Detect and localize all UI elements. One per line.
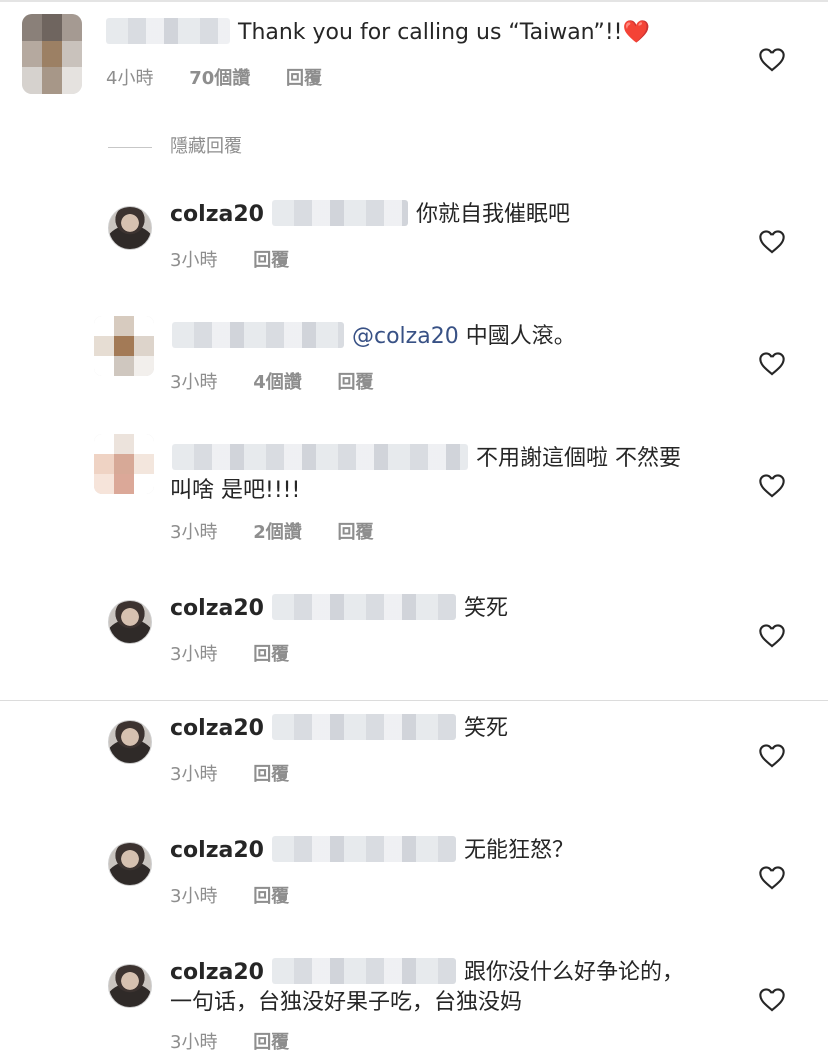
top-divider <box>0 0 828 2</box>
hide-replies-toggle[interactable]: 隱藏回覆 <box>108 132 242 158</box>
timestamp: 4小時 <box>106 68 154 89</box>
comment-meta: 3小時 4個讚 回覆 <box>170 368 403 394</box>
comment-text: 不用謝這個啦 不然要 <box>476 446 681 471</box>
comment-meta: 3小時 回覆 <box>170 640 319 666</box>
username[interactable]: colza20 <box>170 838 264 863</box>
comment-meta: 3小時 回覆 <box>170 882 319 908</box>
heart-outline-icon[interactable] <box>758 742 786 768</box>
comment-text-line: colza20 跟你没什么好争论的， <box>170 958 684 988</box>
comment-meta: 3小時 回覆 <box>170 760 319 786</box>
reply-button[interactable]: 回覆 <box>253 886 289 907</box>
likes-count[interactable]: 4個讚 <box>253 372 302 393</box>
comment-text: 叫啥 是吧!!!! <box>170 478 301 503</box>
comment-meta: 4小時 70個讚 回覆 <box>106 64 352 90</box>
timestamp: 3小時 <box>170 522 218 543</box>
comment-text-line-2: 一句话，台独没好果子吃，台独没妈 <box>170 988 522 1018</box>
comment-text: 中國人滾。 <box>465 324 576 349</box>
mention-link[interactable]: @colza20 <box>352 324 459 349</box>
comment-meta: 3小時 回覆 <box>170 1028 319 1054</box>
comment-text: 一句话，台独没好果子吃，台独没妈 <box>170 990 523 1015</box>
heart-outline-icon[interactable] <box>758 472 786 498</box>
username[interactable]: colza20 <box>170 960 264 985</box>
blurred-username[interactable] <box>172 444 468 470</box>
avatar[interactable] <box>108 842 152 886</box>
likes-count[interactable]: 2個讚 <box>253 522 302 543</box>
reply-button[interactable]: 回覆 <box>253 764 289 785</box>
comment-text-line: @colza20 中國人滾。 <box>170 322 576 352</box>
heart-outline-icon[interactable] <box>758 46 786 72</box>
username[interactable]: colza20 <box>170 596 264 621</box>
divider-line <box>108 146 152 148</box>
comment-text-line: colza20 笑死 <box>170 714 508 744</box>
avatar[interactable] <box>108 206 152 250</box>
comment-text: 跟你没什么好争论的， <box>463 960 684 985</box>
comment-text-line: colza20 你就自我催眠吧 <box>170 200 570 230</box>
avatar[interactable] <box>22 14 82 94</box>
likes-count[interactable]: 70個讚 <box>189 68 250 89</box>
heart-outline-icon[interactable] <box>758 350 786 376</box>
reply-button[interactable]: 回覆 <box>253 1032 289 1053</box>
blurred-mention <box>271 594 456 620</box>
comment-meta: 3小時 回覆 <box>170 246 319 272</box>
heart-outline-icon[interactable] <box>758 986 786 1012</box>
username[interactable]: colza20 <box>170 716 264 741</box>
avatar[interactable] <box>94 316 154 376</box>
screenshot-divider <box>0 700 828 701</box>
blurred-mention <box>271 714 456 740</box>
comment-text: 无能狂怒？ <box>463 838 574 863</box>
reply-button[interactable]: 回覆 <box>337 372 373 393</box>
timestamp: 3小時 <box>170 372 218 393</box>
comment-text: 笑死 <box>463 716 508 741</box>
timestamp: 3小時 <box>170 250 218 271</box>
timestamp: 3小時 <box>170 644 218 665</box>
comment-text: 笑死 <box>463 596 508 621</box>
comment-text-line: Thank you for calling us “Taiwan”!!❤️ <box>104 18 650 48</box>
comment-text-line-2: 叫啥 是吧!!!! <box>170 476 300 506</box>
avatar[interactable] <box>108 720 152 764</box>
timestamp: 3小時 <box>170 764 218 785</box>
blurred-mention <box>271 200 408 226</box>
comment-text: 你就自我催眠吧 <box>415 202 570 227</box>
blurred-username[interactable] <box>106 18 230 44</box>
timestamp: 3小時 <box>170 886 218 907</box>
comment-text-line: colza20 无能狂怒？ <box>170 836 574 866</box>
avatar[interactable] <box>94 434 154 494</box>
comment-text: Thank you for calling us “Taiwan”!!❤️ <box>238 20 650 45</box>
reply-button[interactable]: 回覆 <box>253 250 289 271</box>
username[interactable]: colza20 <box>170 202 264 227</box>
heart-outline-icon[interactable] <box>758 228 786 254</box>
blurred-username[interactable] <box>172 322 344 348</box>
timestamp: 3小時 <box>170 1032 218 1053</box>
heart-outline-icon[interactable] <box>758 864 786 890</box>
blurred-mention <box>271 958 456 984</box>
reply-button[interactable]: 回覆 <box>337 522 373 543</box>
avatar[interactable] <box>108 964 152 1008</box>
hide-replies-label: 隱藏回覆 <box>170 136 242 157</box>
avatar[interactable] <box>108 600 152 644</box>
comment-text-line: colza20 笑死 <box>170 594 508 624</box>
blurred-mention <box>271 836 456 862</box>
heart-outline-icon[interactable] <box>758 622 786 648</box>
comment-text-line: 不用謝這個啦 不然要 <box>170 444 681 474</box>
comment-meta: 3小時 2個讚 回覆 <box>170 518 403 544</box>
reply-button[interactable]: 回覆 <box>253 644 289 665</box>
reply-button[interactable]: 回覆 <box>286 68 322 89</box>
